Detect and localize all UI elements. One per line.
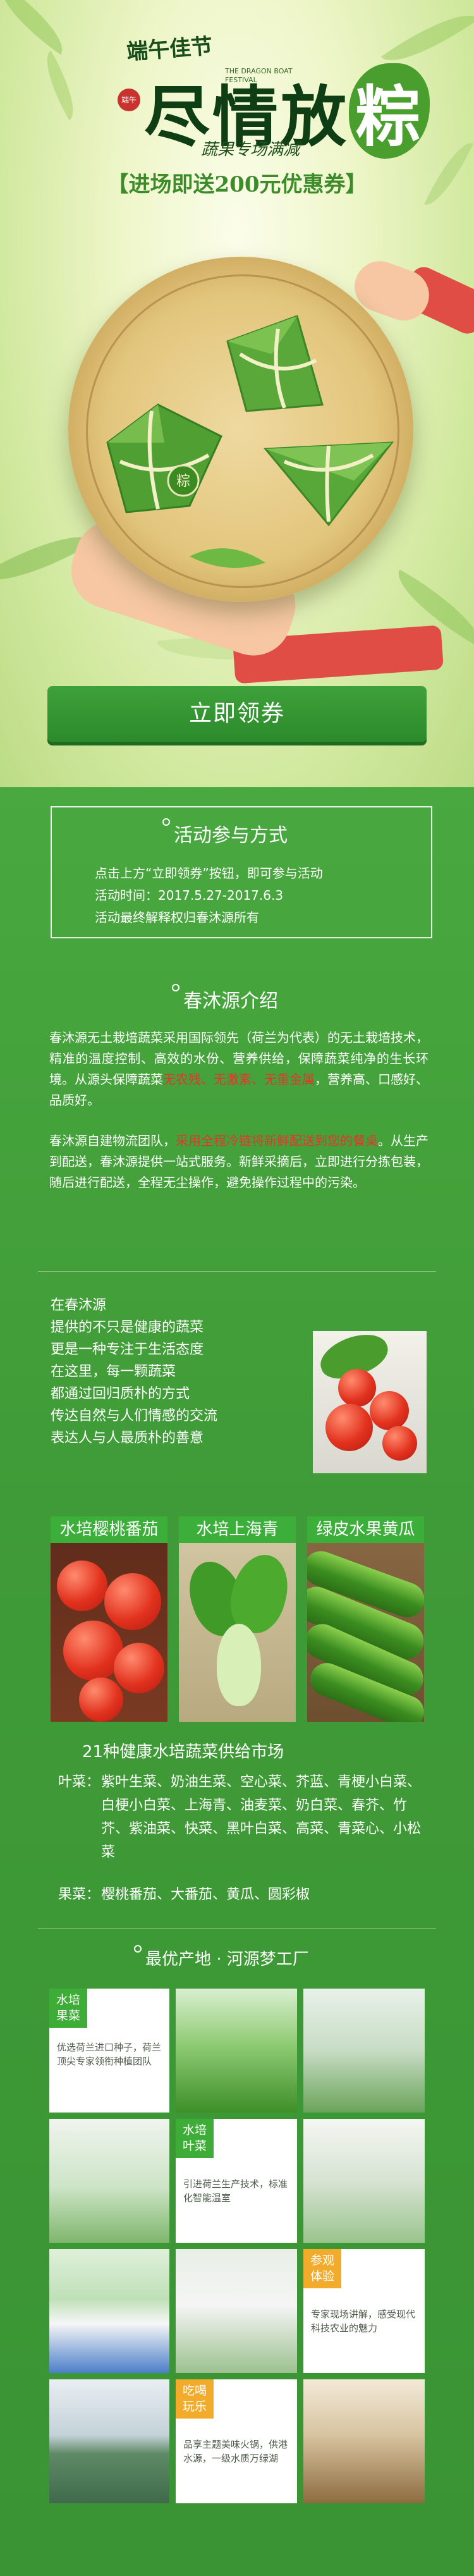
hydroponic-photo [49, 2119, 169, 2243]
origin-card: 吃喝 玩乐 品享主题美味火锅，供港水源，一级水质万绿湖 [176, 2379, 297, 2503]
origin-card-text: 引进荷兰生产技术，标准化智能温室 [183, 2178, 288, 2204]
origin-title: 最优产地 · 河源梦工厂 [134, 1945, 309, 1970]
intro-title: 春沐源介绍 [172, 984, 278, 1013]
zongzi-illustration: 粽 [106, 315, 394, 568]
origin-card: 水培 叶菜 引进荷兰生产技术，标准化智能温室 [176, 2119, 297, 2243]
fruit-veg-list: 樱桃番茄、大番茄、黄瓜、圆彩椒 [101, 1887, 310, 1903]
bamboo-leaf-decoration [190, 548, 265, 568]
lab-photo [176, 2249, 297, 2373]
zongzi-right [263, 441, 394, 527]
origin-card-text: 优选荷兰进口种子，荷兰顶尖专家领衔种植团队 [57, 2042, 162, 2067]
veggie-card-cucumber: 绿皮水果黄瓜 [307, 1516, 424, 1722]
activity-line: 活动时间：2017.5.27-2017.6.3 [95, 888, 284, 903]
tomato [79, 1677, 123, 1722]
activity-line: 活动最终解释权归春沐源所有 [95, 910, 259, 925]
origin-card-tag: 水培 果菜 [49, 1989, 87, 2028]
landing-page: 端午佳节 端午 尽情放粽 THE DRAGON BOAT FESTIVAL 蔬果… [0, 0, 474, 2576]
claim-coupon-button[interactable]: 立即领券 [47, 686, 427, 742]
greenhouse-photo [303, 1989, 425, 2113]
leaf-veg-label: 叶菜： [58, 1774, 100, 1790]
tomato [325, 1404, 373, 1451]
promise-line: 都通过回归质朴的方式 [51, 1386, 190, 1402]
tomato [338, 1369, 376, 1407]
tomato [104, 1573, 161, 1630]
tomato [114, 1643, 164, 1693]
intro-highlight: 无农残、无激素、无重金属 [163, 1072, 315, 1087]
veggie-card-bok-choy: 水培上海青 [179, 1516, 296, 1722]
intro-paragraph: 春沐源自建物流团队，采用全程冷链将新鲜配送到您的餐桌。从生产到配送，春沐源提供一… [49, 1131, 428, 1193]
origin-card-text: 专家现场讲解，感受现代科技农业的魅力 [311, 2309, 416, 2334]
section-divider [38, 1271, 436, 1272]
promise-line: 传达自然与人们情感的交流 [51, 1408, 218, 1424]
origin-card-tag: 参观 体验 [303, 2249, 341, 2288]
promise-line: 提供的不只是健康的蔬菜 [51, 1320, 204, 1335]
leaf-veg-list: 紫叶生菜、奶油生菜、空心菜、芥蓝、青梗小白菜、白梗小白菜、上海青、油麦菜、奶白菜… [101, 1774, 422, 1860]
origin-card-tag: 吃喝 玩乐 [176, 2379, 214, 2419]
greenhouse-photo [303, 2119, 425, 2243]
intro-paragraph: 春沐源无土栽培蔬菜采用国际领先（荷兰为代表）的无土栽培技术，精准的温度控制、高效… [49, 1027, 428, 1111]
promise-line: 在这里，每一颗蔬菜 [51, 1364, 176, 1380]
origin-card-text: 品享主题美味火锅，供港水源，一级水质万绿湖 [183, 2439, 288, 2464]
promise-line: 更是一种专注于生活态度 [51, 1342, 204, 1358]
visitors-photo [49, 2249, 169, 2373]
zongzi-left [106, 403, 222, 513]
veggie-card-cherry-tomato: 水培樱桃番茄 [51, 1516, 167, 1722]
zongzi-mark: 粽 [176, 474, 190, 489]
tomato [382, 1426, 417, 1461]
lake-photo [49, 2379, 169, 2503]
activity-title: 活动参与方式 [162, 818, 288, 847]
veggie-card-label: 绿皮水果黄瓜 [307, 1516, 424, 1543]
promise-line: 在春沐源 [51, 1297, 107, 1313]
bok-choy-stem [217, 1624, 261, 1706]
origin-card: 水培 果菜 优选荷兰进口种子，荷兰顶尖专家领衔种植团队 [49, 1989, 169, 2113]
zongzi-top [226, 315, 324, 412]
intro-highlight: 采用全程冷链将新鲜配送到您的餐桌 [176, 1133, 378, 1148]
intro-paragraph-text: 春沐源自建物流团队， [49, 1133, 176, 1148]
promise-line: 表达人与人最质朴的善意 [51, 1430, 204, 1446]
origin-card-tag: 水培 叶菜 [176, 2119, 214, 2158]
origin-card: 参观 体验 专家现场讲解，感受现代科技农业的魅力 [303, 2249, 425, 2373]
hero-banner: 端午佳节 端午 尽情放粽 THE DRAGON BOAT FESTIVAL 蔬果… [0, 0, 474, 787]
market-title: 21种健康水培蔬菜供给市场 [82, 1743, 284, 1762]
greenhouse-photo [176, 1989, 297, 2113]
veggie-card-label: 水培樱桃番茄 [51, 1516, 167, 1543]
tomato [370, 1391, 409, 1430]
fruit-veg-label: 果菜： [58, 1887, 100, 1903]
tomato-photo [313, 1331, 427, 1473]
activity-line: 点击上方“立即领券”按钮，即可参与活动 [95, 866, 323, 881]
tomato [57, 1561, 107, 1611]
veggie-card-label: 水培上海青 [179, 1516, 296, 1543]
dining-hall-photo [303, 2379, 425, 2503]
